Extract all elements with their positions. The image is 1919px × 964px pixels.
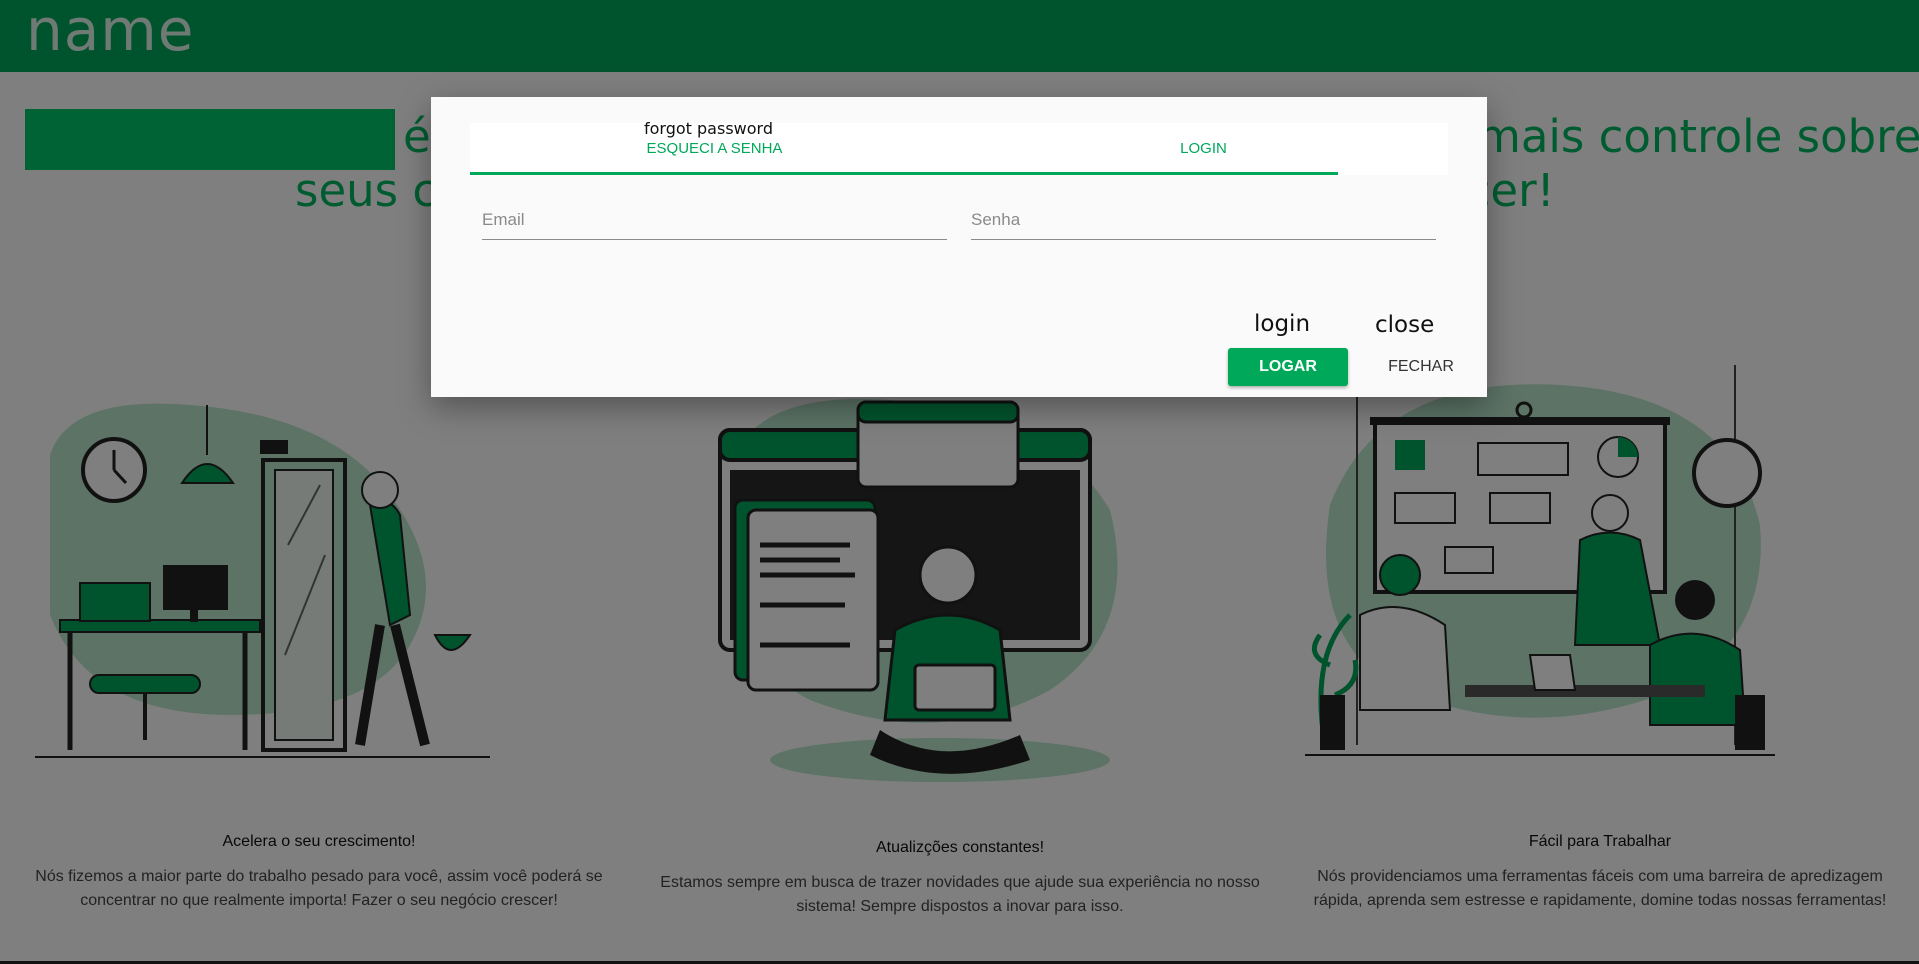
password-input[interactable] <box>971 201 1436 240</box>
close-button[interactable]: FECHAR <box>1371 348 1471 386</box>
login-dialog: ESQUECI A SENHA LOGIN LOGAR FECHAR <box>431 97 1487 397</box>
tab-indicator <box>470 172 1338 175</box>
login-button[interactable]: LOGAR <box>1228 348 1348 386</box>
dialog-tabs: ESQUECI A SENHA LOGIN <box>470 123 1448 175</box>
password-field[interactable] <box>971 201 1436 241</box>
annotation-forgot-password: forgot password <box>644 119 773 138</box>
email-input[interactable] <box>482 201 947 240</box>
annotation-close: close <box>1375 312 1435 338</box>
email-field[interactable] <box>482 201 947 241</box>
tab-login[interactable]: LOGIN <box>959 123 1448 175</box>
annotation-login: login <box>1254 311 1311 337</box>
